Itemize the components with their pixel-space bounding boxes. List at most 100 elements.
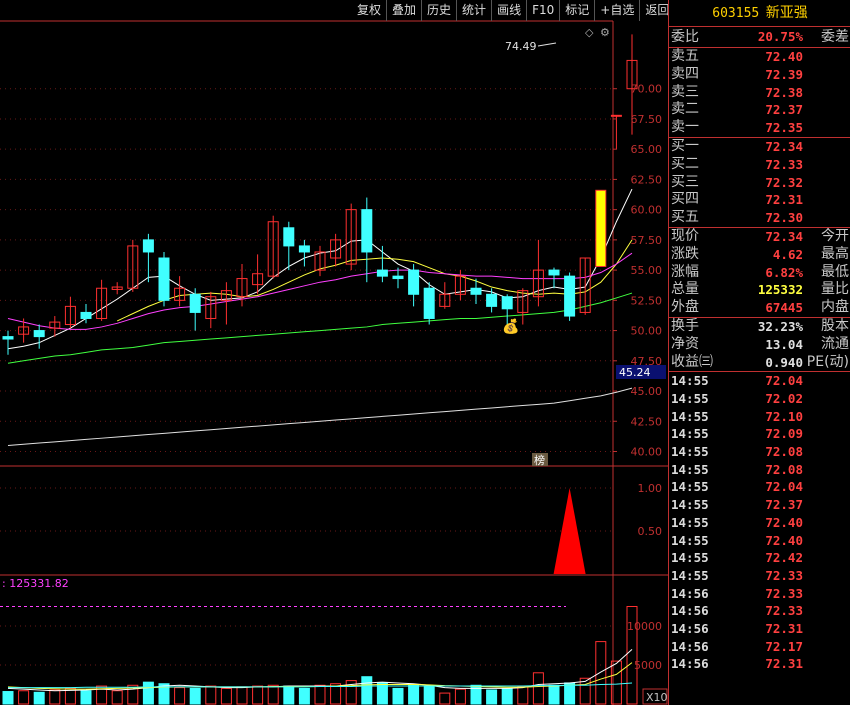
bang-label: 榜 [534, 453, 545, 467]
quote-row: 买一 72.34 [669, 138, 850, 156]
quote-row: 买四 72.31 [669, 191, 850, 209]
volume-bar [267, 684, 279, 705]
volume-bar [548, 684, 560, 705]
candle-body [423, 287, 435, 319]
row-label: 收益㈢ [671, 353, 713, 370]
stock-code: 603155 [712, 6, 760, 21]
row-label: 总量 [671, 281, 699, 298]
row-value: 72.33 [765, 156, 803, 172]
tick-price: 72.37 [765, 497, 803, 513]
overlay-button[interactable]: 叠加 [386, 0, 421, 21]
price-tick-label: 50.00 [631, 325, 663, 338]
row-value: 0.940 [765, 354, 803, 370]
row-label: 净资 [671, 335, 699, 352]
weibi-section: 委比 20.75% 委差 [669, 27, 850, 48]
tick-price: 72.31 [765, 656, 803, 672]
candle-body [486, 293, 498, 307]
row-value: 72.40 [765, 49, 803, 64]
candle-body [564, 275, 576, 317]
tick-price: 72.33 [765, 567, 803, 583]
volume-bar [298, 687, 310, 705]
volume-multiplier: X10 [646, 691, 668, 704]
row-value: 67445 [765, 300, 803, 316]
history-button[interactable]: 历史 [421, 0, 456, 21]
row-value: 72.34 [765, 228, 803, 244]
fuquan-button[interactable]: 复权 [352, 0, 386, 21]
tick-time: 14:55 [671, 426, 709, 442]
volume-bar [361, 676, 373, 705]
stock-header[interactable]: 603155 新亚强 [669, 0, 850, 27]
quote-stats: 现价 72.34 今开 涨跌 4.62 最高 涨幅 6.82% 最低 总量 125332 量比 外盘 67… [669, 228, 850, 318]
candle-body [283, 227, 295, 247]
price-tick-label: 60.00 [631, 204, 663, 217]
candle-body [189, 293, 201, 313]
row-value: 32.23% [757, 318, 803, 334]
row-label: 买三 [671, 173, 699, 190]
volume-bar [564, 682, 576, 705]
tick-price: 72.40 [765, 532, 803, 548]
tick-time: 14:55 [671, 514, 709, 530]
price-tick-label: 57.50 [631, 234, 663, 247]
row-label: 卖三 [671, 83, 699, 100]
tick-row: 14:55 72.37 [669, 496, 850, 514]
volume-bar [174, 687, 186, 705]
money-bag-icon: 💰 [502, 318, 519, 335]
tick-row: 14:56 72.17 [669, 638, 850, 656]
settings-icon[interactable]: ⚙ [600, 26, 610, 39]
quote-row: 外盘 67445 内盘 [669, 299, 850, 317]
row-value: 72.37 [765, 102, 803, 118]
tick-time: 14:55 [671, 444, 709, 460]
row-label-2: 今开 [821, 227, 849, 244]
candle-body [610, 114, 622, 117]
candle-body [548, 269, 560, 276]
price-tick-label: 40.00 [631, 445, 663, 458]
sell-orders: 卖五 72.40 卖四 72.39 卖三 72.38 卖二 72.37 卖一 72.35 [669, 48, 850, 138]
row-label: 换手 [671, 317, 699, 334]
price-tick-label: 45.00 [631, 385, 663, 398]
quote-row: 买二 72.33 [669, 156, 850, 174]
volume-bar [18, 690, 30, 705]
price-tick-label: 55.00 [631, 264, 663, 277]
volume-bar [205, 685, 217, 705]
volume-tick-label: 10000 [627, 620, 662, 633]
tick-time: 14:55 [671, 567, 709, 583]
diamond-icon[interactable]: ◇ [585, 26, 594, 39]
mark-button[interactable]: 标记 [559, 0, 594, 21]
moving-average-line [7, 387, 633, 446]
price-tick-label: 52.50 [631, 294, 663, 307]
tick-row: 14:55 72.40 [669, 532, 850, 550]
tick-row: 14:55 72.10 [669, 408, 850, 426]
f10-button[interactable]: F10 [526, 0, 559, 21]
volume-bar [408, 684, 420, 705]
tick-time: 14:56 [671, 620, 709, 636]
tick-row: 14:55 72.04 [669, 478, 850, 496]
candle-body [501, 296, 513, 310]
add-watchlist-button[interactable]: +自选 [594, 0, 639, 21]
tick-price: 72.04 [765, 479, 803, 495]
tick-list[interactable]: 14:55 72.04 14:55 72.02 14:55 72.10 14:55 72.09… [669, 372, 850, 673]
tick-time: 14:56 [671, 585, 709, 601]
quote-row: 买三 72.32 [669, 174, 850, 192]
stats-button[interactable]: 统计 [456, 0, 491, 21]
candle-body [595, 189, 607, 267]
row-value: 72.30 [765, 210, 803, 226]
current-price-label: 45.24 [619, 366, 651, 379]
row-value: 72.35 [765, 120, 803, 136]
volume-bar [314, 684, 326, 705]
candle-body [470, 287, 482, 295]
row-value: 72.39 [765, 66, 803, 82]
price-tick-label: 42.50 [631, 415, 663, 428]
quote-row: 卖四 72.39 [669, 66, 850, 84]
volume-bar [392, 687, 404, 705]
row-value: 125332 [757, 282, 803, 298]
draw-button[interactable]: 画线 [491, 0, 526, 21]
tick-row: 14:55 72.40 [669, 514, 850, 532]
quote-row: 现价 72.34 今开 [669, 228, 850, 246]
price-tick-label: 62.50 [631, 173, 663, 186]
high-price-arrow [537, 42, 557, 47]
tick-price: 72.17 [765, 638, 803, 654]
tick-time: 14:56 [671, 603, 709, 619]
row-label: 涨跌 [671, 245, 699, 262]
kline-chart[interactable]: 40.0042.5045.0047.5050.0052.5055.0057.50… [0, 0, 668, 705]
volume-header: : 125331.82 [2, 577, 69, 590]
